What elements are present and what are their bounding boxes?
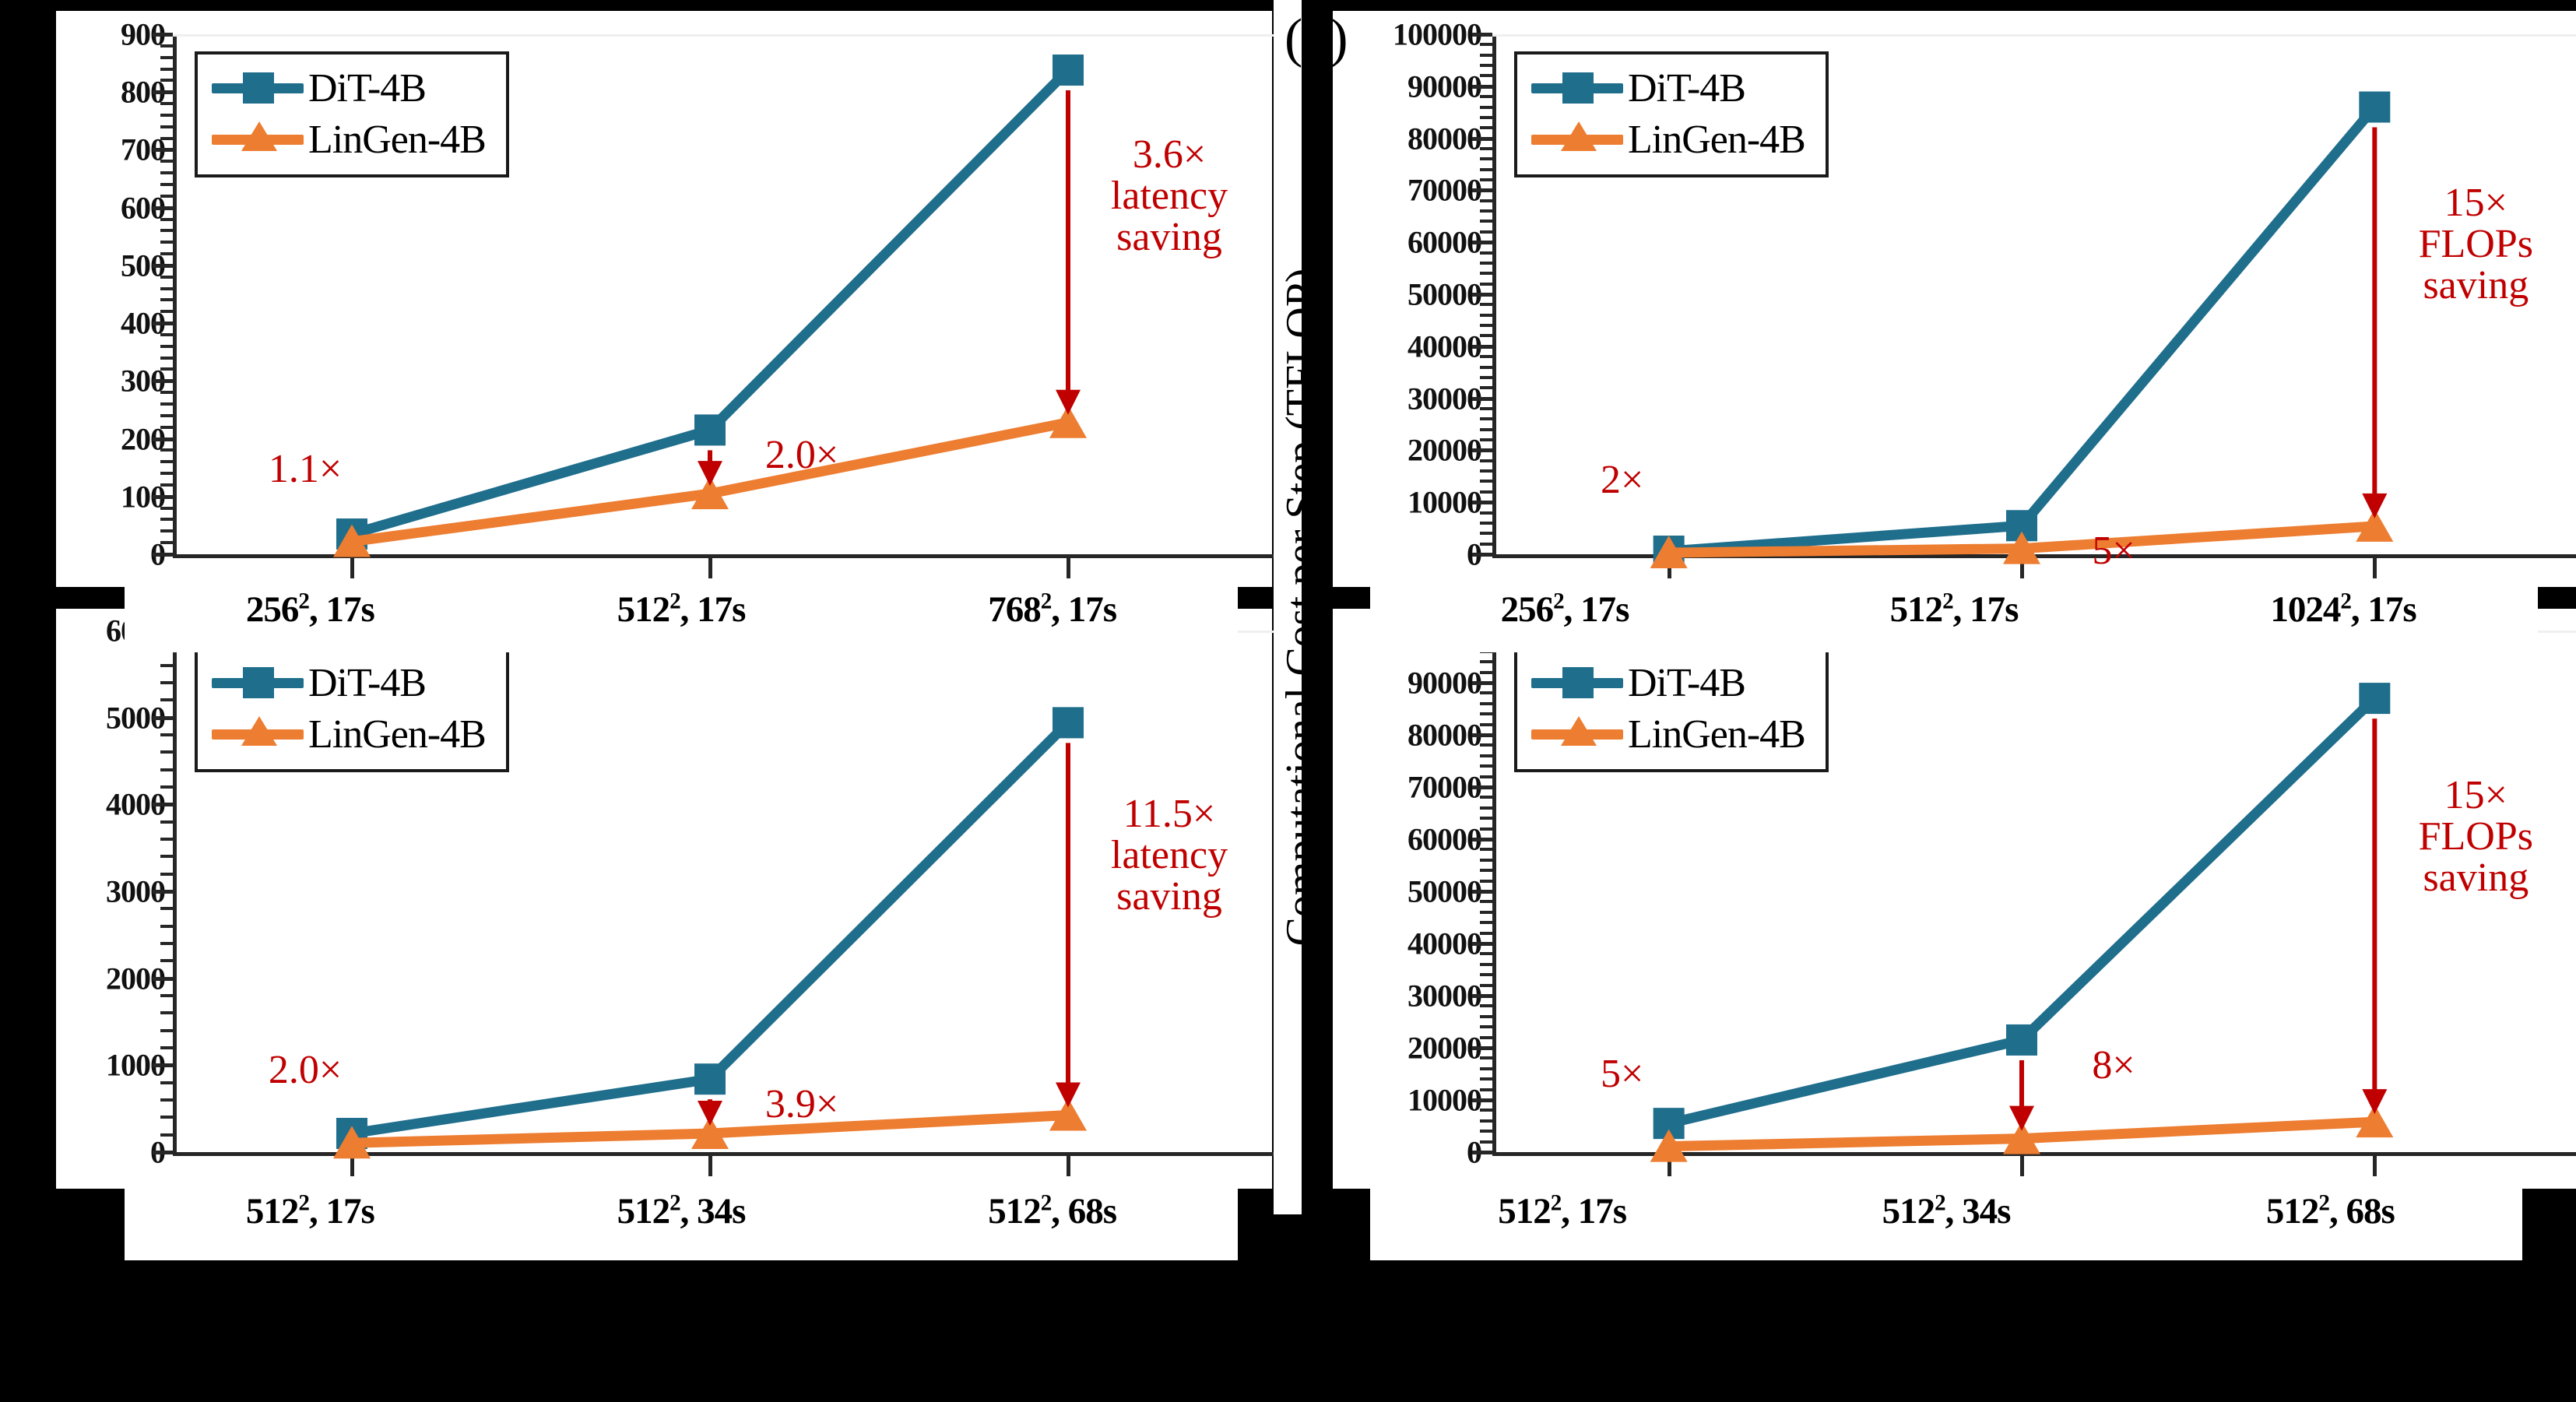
saving-annotation-line: latency [1110,833,1228,878]
legend-label-lingen: LinGen-4B [1628,712,1806,757]
legend-label-dit: DiT-4B [1628,65,1746,111]
legend-label-lingen: LinGen-4B [1628,117,1806,162]
saving-annotation: 15× FLOPs saving [2419,182,2533,306]
legend-marker-square-icon [1531,667,1623,698]
saving-annotation-line: 3.6× [1132,132,1207,177]
chart-bottom-left: 01000200030004000500060002.0×3.9×11.5×la… [56,609,1281,1189]
legend-marker-square-icon [1531,72,1623,104]
legend-entry-lingen: LinGen-4B [212,114,487,165]
saving-annotation: 1.1× [268,446,343,491]
saving-annotation-line: saving [1116,874,1222,919]
legend-bottom-right: DiT-4B LinGen-4B [1514,646,1829,772]
x-tick-label: 5122, 68s [2265,1190,2395,1232]
legend-marker-triangle-icon [212,716,304,746]
saving-annotation-line: 15× [2444,773,2507,818]
saving-annotation: 2.0× [764,433,839,478]
saving-annotation: 2.0× [268,1048,343,1093]
x-tick-label: 2562, 17s [1500,589,1630,630]
legend-marker-triangle-icon [212,121,304,151]
saving-arrow [1056,90,1081,415]
x-axis-labels-top-right: 2562, 17s 5122, 17s 10242, 17s [1370,587,2538,652]
legend-entry-dit: DiT-4B [212,62,486,114]
marker-square-dit [2006,1024,2037,1056]
legend-label-lingen: LinGen-4B [308,117,487,162]
saving-annotation-line: latency [1110,173,1228,218]
legend-marker-square-icon [212,667,304,698]
x-axis-labels-bottom-right: 5122, 17s 5122, 34s 5122, 68s [1370,1189,2522,1260]
legend-label-dit: DiT-4B [308,65,427,111]
saving-arrow [2362,127,2388,518]
marker-square-dit [2359,91,2391,123]
x-tick-label: 5122, 17s [617,589,747,630]
legend-marker-triangle-icon [1531,716,1623,746]
legend-entry-dit: DiT-4B [212,657,486,708]
saving-annotation-line: saving [1116,214,1222,259]
saving-annotation: 11.5× latency saving [1111,793,1228,917]
marker-square-dit [694,1063,726,1095]
x-tick-label: 5122, 17s [1498,1190,1627,1232]
saving-annotation: 8× [2092,1042,2135,1088]
figure-root: 01002003004005006007008009001.1×2.0×3.6×… [0,0,2576,1402]
chart-bottom-right: 0100002000030000400005000060000700008000… [1327,609,2576,1189]
saving-annotation: 3.6× latency saving [1110,132,1228,259]
legend-top-right: DiT-4B LinGen-4B [1514,51,1829,177]
x-tick-label: 5122, 34s [617,1190,747,1232]
marker-square-dit [694,414,726,446]
saving-annotation: 2× [1600,457,1644,502]
legend-entry-lingen: LinGen-4B [1531,708,1806,760]
saving-annotation-line: saving [2423,263,2529,308]
legend-bottom-left: DiT-4B LinGen-4B [195,646,509,772]
saving-annotation-line: 11.5× [1123,792,1216,837]
saving-annotation: 5× [1600,1051,1644,1096]
x-axis-labels-top-left: 2562, 17s 5122, 17s 7682, 17s [125,587,1238,652]
saving-annotation: 5× [2092,529,2135,574]
x-tick-label: 7682, 17s [988,589,1117,630]
chart-panel-bottom-right: 0100002000030000400005000060000700008000… [1327,609,2576,1189]
marker-square-dit [2359,683,2391,715]
chart-panel-top-left: 01002003004005006007008009001.1×2.0×3.6×… [56,11,1281,587]
legend-label-dit: DiT-4B [1628,660,1746,705]
saving-arrow [698,450,722,487]
saving-arrow [1056,743,1081,1108]
saving-arrow [2009,1059,2034,1131]
saving-annotation-line: saving [2423,856,2529,901]
saving-annotation-line: FLOPs [2418,814,2534,859]
legend-entry-lingen: LinGen-4B [1531,114,1806,165]
marker-square-dit [1053,54,1084,86]
saving-annotation: 15× FLOPs saving [2419,775,2533,898]
legend-entry-lingen: LinGen-4B [212,708,487,760]
x-tick-label: 10242, 17s [2270,589,2416,630]
x-tick-label: 5122, 17s [1889,589,2019,630]
x-tick-label: 5122, 68s [988,1190,1117,1232]
saving-arrow [698,1099,722,1126]
saving-arrow [2362,719,2388,1115]
saving-annotation-line: 15× [2444,181,2507,226]
divider-black-bar [1302,0,1333,1402]
x-tick-label: 5122, 34s [1882,1190,2012,1232]
chart-panel-bottom-left: 01000200030004000500060002.0×3.9×11.5×la… [56,609,1281,1189]
legend-marker-square-icon [212,72,304,104]
chart-top-right: 0100002000030000400005000060000700008000… [1327,11,2576,587]
legend-label-dit: DiT-4B [308,660,427,705]
legend-marker-triangle-icon [1531,121,1623,151]
legend-entry-dit: DiT-4B [1531,62,1805,114]
chart-top-left: 01002003004005006007008009001.1×2.0×3.6×… [56,11,1281,587]
x-tick-label: 2562, 17s [245,589,375,630]
marker-square-dit [1053,707,1084,739]
legend-top-left: DiT-4B LinGen-4B [195,51,509,177]
x-tick-label: 5122, 17s [245,1190,375,1232]
chart-panel-top-right: 0100002000030000400005000060000700008000… [1327,11,2576,587]
legend-entry-dit: DiT-4B [1531,657,1805,708]
x-axis-labels-bottom-left: 5122, 17s 5122, 34s 5122, 68s [125,1189,1238,1260]
saving-annotation-line: FLOPs [2418,222,2534,267]
saving-annotation: 3.9× [764,1082,839,1127]
legend-label-lingen: LinGen-4B [308,712,487,757]
